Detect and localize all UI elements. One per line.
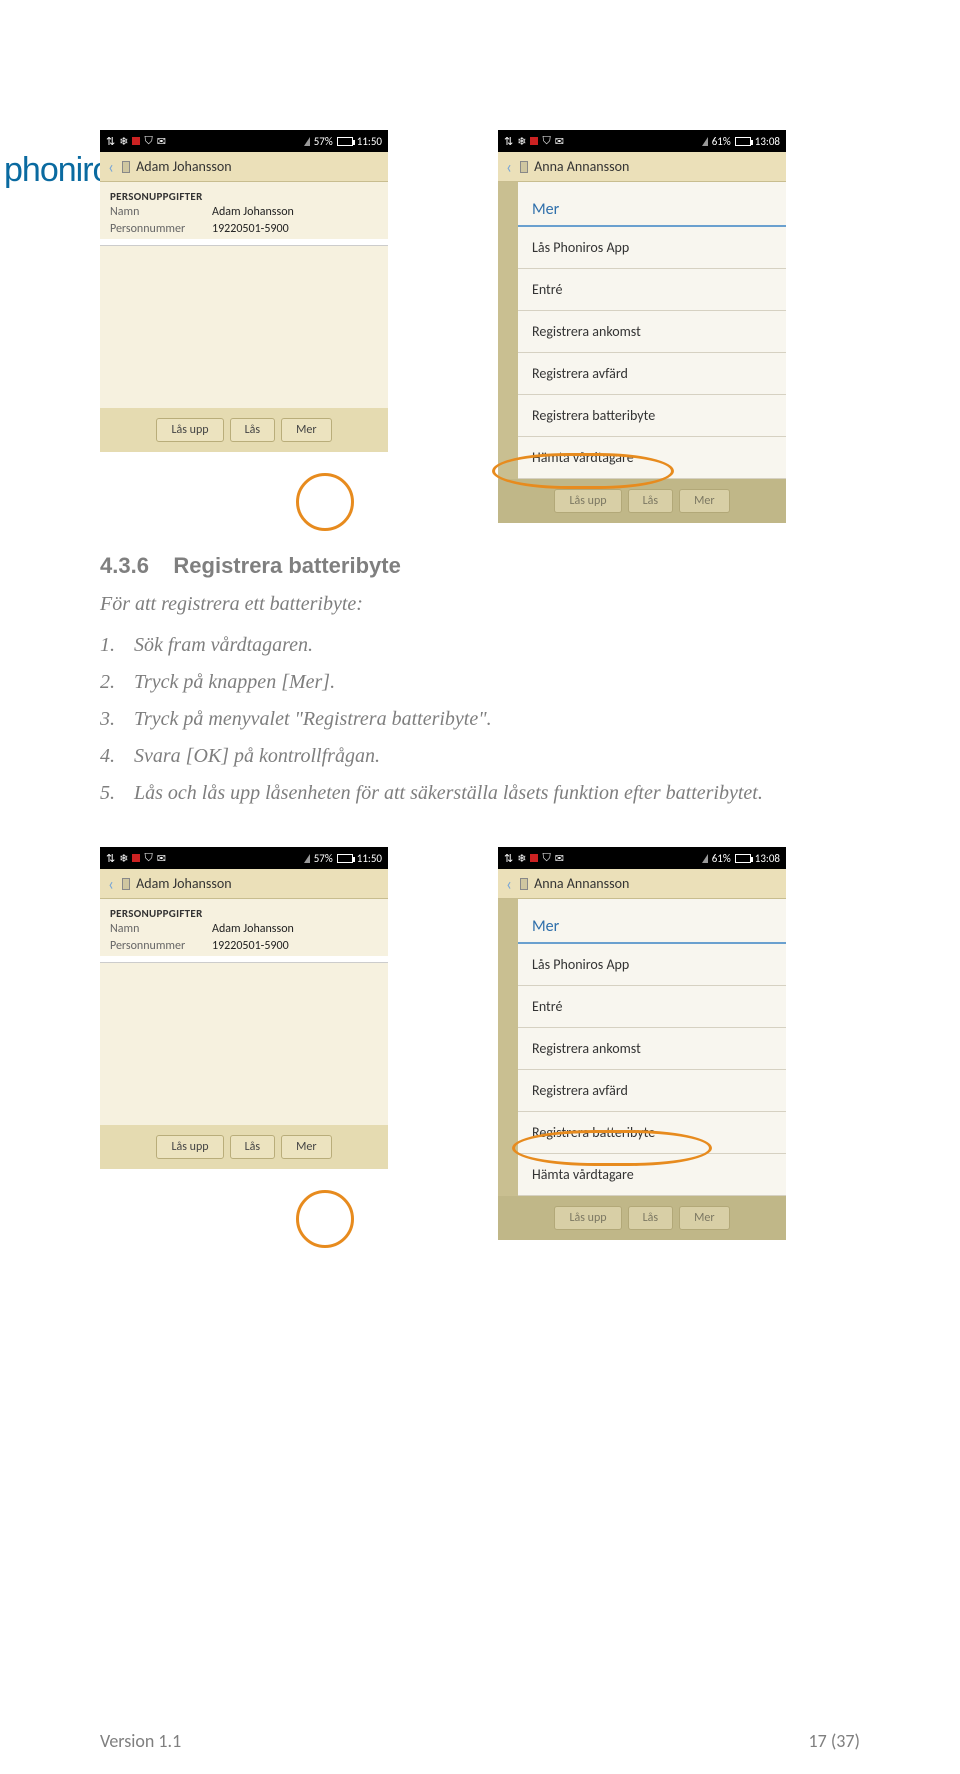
screenshot-right-menu: ⇅❄⛉✉ 61% 13:08 ‹ Anna Annansson Mer Lås …	[498, 847, 786, 1240]
menu-item[interactable]: Registrera avfärd	[518, 1070, 786, 1112]
breadcrumb[interactable]: ‹ Adam Johansson	[100, 869, 388, 899]
kv-row: Namn Adam Johansson	[100, 205, 388, 222]
kv-row: Personnummer 19220501-5900	[100, 222, 388, 239]
step-item: 5.Lås och lås upp låsenheten för att säk…	[134, 782, 860, 805]
kv-key: Personnummer	[110, 222, 192, 236]
android-statusbar: ⇅❄⛉✉ 57% 11:50	[100, 130, 388, 152]
status-clock: 11:50	[357, 135, 382, 148]
kv-value: 19220501-5900	[212, 222, 289, 236]
lock-icon	[122, 161, 130, 173]
kv-key: Namn	[110, 205, 192, 219]
highlight-circle-mer	[296, 473, 354, 531]
steps-list: 1.Sök fram vårdtagaren. 2.Tryck på knapp…	[100, 634, 860, 805]
android-statusbar: ⇅❄⛉✉ 61% 13:08	[498, 130, 786, 152]
back-caret-icon: ‹	[108, 156, 114, 178]
step-item: 4.Svara [OK] på kontrollfrågan.	[134, 745, 860, 768]
status-clock: 11:50	[357, 852, 382, 865]
bottom-toolbar-dim: Lås upp Lås Mer	[498, 479, 786, 523]
menu-item[interactable]: Hämta vårdtagare	[518, 1154, 786, 1196]
btn-mer[interactable]: Mer	[679, 489, 729, 513]
btn-las[interactable]: Lås	[230, 418, 276, 442]
menu-item[interactable]: Hämta vårdtagare	[518, 437, 786, 479]
actionsheet: Mer Lås Phoniros App Entré Registrera an…	[518, 182, 786, 479]
footer-version: Version 1.1	[100, 1730, 181, 1752]
page-footer: Version 1.1 17 (37)	[0, 1730, 960, 1752]
menu-item[interactable]: Registrera ankomst	[518, 311, 786, 353]
section-lead: För att registrera ett batteribyte:	[100, 593, 860, 616]
btn-las-upp[interactable]: Lås upp	[554, 1206, 621, 1230]
back-caret-icon: ‹	[506, 873, 512, 895]
btn-las-upp[interactable]: Lås upp	[554, 489, 621, 513]
status-percent: 57%	[314, 135, 333, 148]
battery-icon	[337, 137, 353, 146]
highlight-circle-mer	[296, 1190, 354, 1248]
btn-las-upp[interactable]: Lås upp	[156, 418, 223, 442]
screenshot-left-personinfo: ⇅❄⛉✉ 57% 11:50 ‹ Adam Johansson PERSONUP…	[100, 130, 388, 523]
breadcrumb-name: Anna Annansson	[534, 158, 629, 175]
battery-icon	[735, 854, 751, 863]
lock-icon	[122, 878, 130, 890]
step-item: 3.Tryck på menyvalet "Registrera batteri…	[134, 708, 860, 731]
btn-las[interactable]: Lås	[230, 1135, 276, 1159]
kv-value: Adam Johansson	[212, 205, 294, 219]
document-body: 4.3.6 Registrera batteribyte För att reg…	[0, 523, 960, 805]
menu-item[interactable]: Lås Phoniros App	[518, 944, 786, 986]
status-percent: 61%	[712, 135, 731, 148]
screenshots-row-top: ⇅❄⛉✉ 57% 11:50 ‹ Adam Johansson PERSONUP…	[0, 130, 960, 523]
android-statusbar: ⇅❄⛉✉ 57% 11:50	[100, 847, 388, 869]
status-clock: 13:08	[755, 135, 780, 148]
section-heading: 4.3.6 Registrera batteribyte	[100, 553, 860, 579]
btn-las[interactable]: Lås	[628, 489, 674, 513]
menu-item[interactable]: Registrera batteribyte	[518, 1112, 786, 1154]
back-caret-icon: ‹	[108, 873, 114, 895]
menu-item[interactable]: Registrera avfärd	[518, 353, 786, 395]
lock-icon	[520, 161, 528, 173]
battery-icon	[337, 854, 353, 863]
footer-page: 17 (37)	[809, 1730, 860, 1752]
section-header: PERSONUPPGIFTER	[100, 182, 388, 205]
btn-mer[interactable]: Mer	[679, 1206, 729, 1230]
empty-area	[100, 246, 388, 408]
menu-item[interactable]: Entré	[518, 269, 786, 311]
screenshot-left-personinfo: ⇅❄⛉✉ 57% 11:50 ‹ Adam Johansson PERSONUP…	[100, 847, 388, 1240]
status-clock: 13:08	[755, 852, 780, 865]
brand-word: phoniro	[4, 151, 110, 190]
btn-mer[interactable]: Mer	[281, 1135, 331, 1159]
menu-item[interactable]: Lås Phoniros App	[518, 227, 786, 269]
step-item: 2.Tryck på knappen [Mer].	[134, 671, 860, 694]
sheet-title: Mer	[518, 182, 786, 227]
breadcrumb-name: Adam Johansson	[136, 875, 231, 892]
breadcrumb[interactable]: ‹ Anna Annansson	[498, 152, 786, 182]
step-item: 1.Sök fram vårdtagaren.	[134, 634, 860, 657]
status-percent: 61%	[712, 852, 731, 865]
btn-mer[interactable]: Mer	[281, 418, 331, 442]
sheet-gutter	[498, 182, 518, 479]
bottom-toolbar: Lås upp Lås Mer	[100, 408, 388, 452]
status-percent: 57%	[314, 852, 333, 865]
section-header: PERSONUPPGIFTER	[100, 899, 388, 922]
menu-item[interactable]: Entré	[518, 986, 786, 1028]
breadcrumb-name: Anna Annansson	[534, 875, 629, 892]
lock-icon	[520, 878, 528, 890]
breadcrumb-name: Adam Johansson	[136, 158, 231, 175]
screenshots-row-bottom: ⇅❄⛉✉ 57% 11:50 ‹ Adam Johansson PERSONUP…	[0, 847, 960, 1240]
btn-las-upp[interactable]: Lås upp	[156, 1135, 223, 1159]
menu-item[interactable]: Registrera batteribyte	[518, 395, 786, 437]
android-statusbar: ⇅❄⛉✉ 61% 13:08	[498, 847, 786, 869]
screenshot-right-menu: ⇅❄⛉✉ 61% 13:08 ‹ Anna Annansson Mer Lås	[498, 130, 786, 523]
breadcrumb[interactable]: ‹ Anna Annansson	[498, 869, 786, 899]
section-number: 4.3.6	[100, 553, 149, 578]
battery-icon	[735, 137, 751, 146]
menu-item[interactable]: Registrera ankomst	[518, 1028, 786, 1070]
back-caret-icon: ‹	[506, 156, 512, 178]
breadcrumb[interactable]: ‹ Adam Johansson	[100, 152, 388, 182]
btn-las[interactable]: Lås	[628, 1206, 674, 1230]
section-title: Registrera batteribyte	[173, 553, 400, 578]
